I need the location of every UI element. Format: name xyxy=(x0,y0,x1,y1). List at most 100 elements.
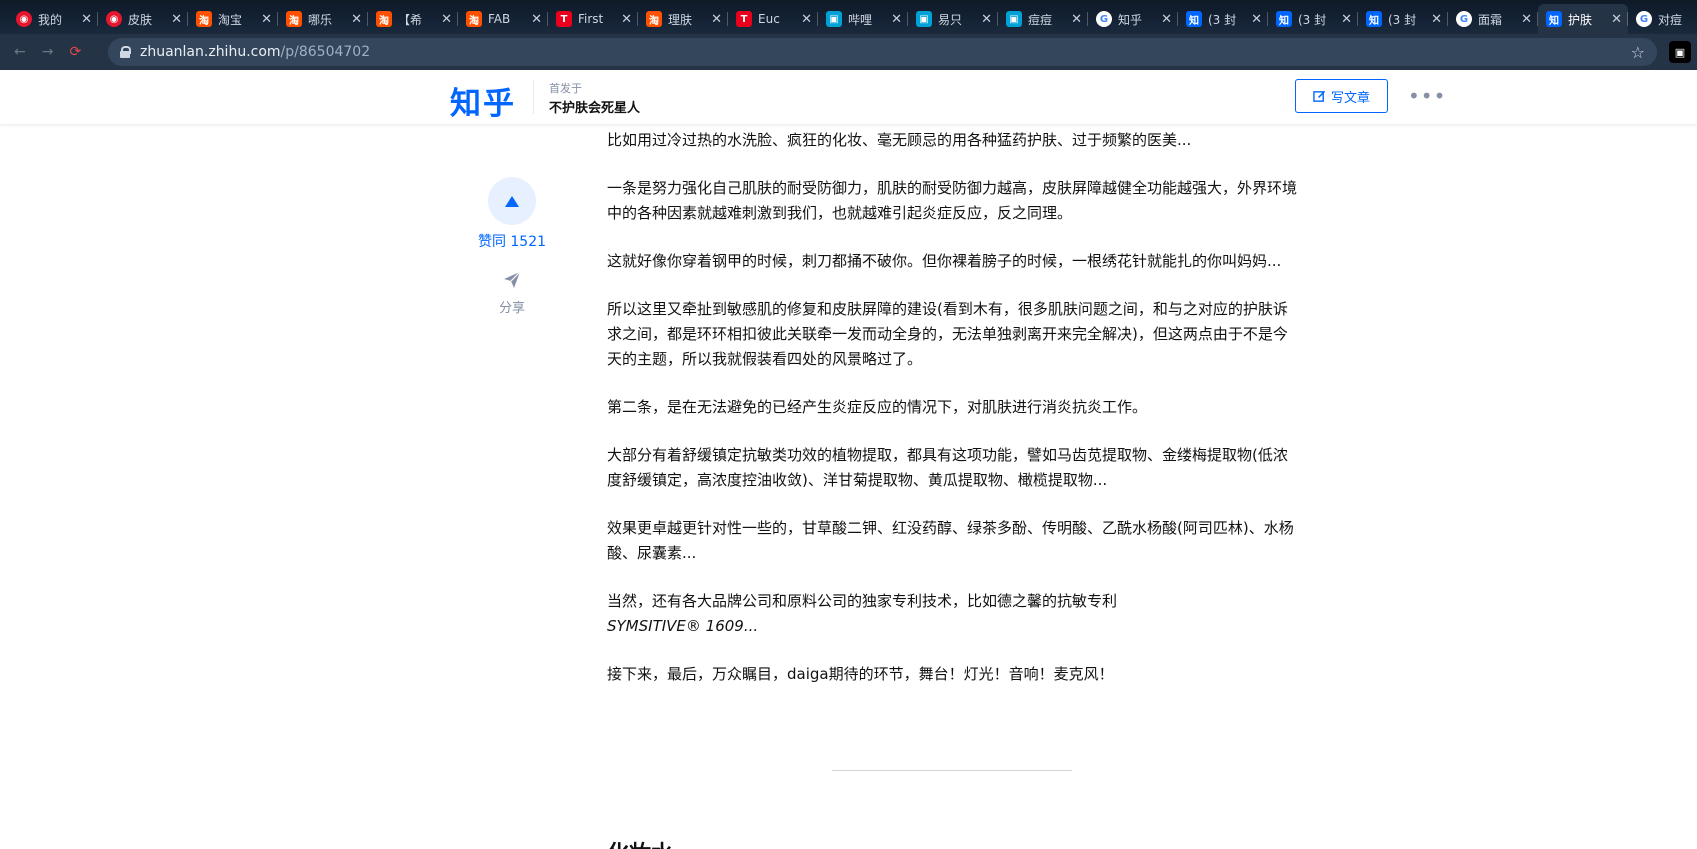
upvote-count[interactable]: 赞同 1521 xyxy=(462,231,562,251)
section-heading: 化妆水 xyxy=(607,836,673,849)
tab-title: 【希 xyxy=(398,12,423,27)
bilibili-icon: ▣ xyxy=(826,11,842,27)
browser-tab[interactable]: ▣ 痘痘 ✕ xyxy=(998,4,1088,34)
close-tab-icon[interactable]: ✕ xyxy=(261,12,272,27)
google-icon: G xyxy=(1636,11,1652,27)
taobao-icon: 淘 xyxy=(376,11,392,27)
tab-title: 哔哩 xyxy=(848,12,873,27)
tab-title: 易只 xyxy=(938,12,963,27)
address-bar[interactable]: zhuanlan.zhihu.com/p/86504702 ☆ xyxy=(108,38,1657,66)
bilibili-icon: ▣ xyxy=(1006,11,1022,27)
close-tab-icon[interactable]: ✕ xyxy=(1071,12,1082,27)
tab-title: 淘宝 xyxy=(218,12,243,27)
article-paragraph: 接下来，最后，万众瞩目，daiga期待的环节，舞台！灯光！音响！麦克风！ xyxy=(607,665,1114,683)
article-paragraph: 第二条，是在无法避免的已经产生炎症反应的情况下，对肌肤进行消炎抗炎工作。 xyxy=(607,398,1148,416)
taobao-icon: 淘 xyxy=(286,11,302,27)
patent-name: SYMSITIVE® 1609... xyxy=(607,617,759,635)
close-tab-icon[interactable]: ✕ xyxy=(621,12,632,27)
zhihu-icon: 知 xyxy=(1276,11,1292,27)
column-name-link[interactable]: 不护肤会死星人 xyxy=(549,97,640,116)
tab-title: 对痘 xyxy=(1658,12,1683,27)
article-paragraph: 效果更卓越更针对性一些的，甘草酸二钾、红没药醇、绿茶多酚、传明酸、乙酰水杨酸(阿… xyxy=(607,519,1294,562)
browser-tab[interactable]: G对痘✕ xyxy=(1628,4,1697,34)
bookmark-star-icon[interactable]: ☆ xyxy=(1631,43,1645,62)
tab-title: 我的 xyxy=(38,12,63,27)
lock-icon[interactable] xyxy=(120,46,131,58)
zhihu-logo[interactable]: 知乎 xyxy=(450,78,516,123)
zhihu-icon: 知 xyxy=(1546,11,1562,27)
close-tab-icon[interactable]: ✕ xyxy=(441,12,452,27)
close-tab-icon[interactable]: ✕ xyxy=(1341,12,1352,27)
close-tab-icon[interactable]: ✕ xyxy=(1251,12,1262,27)
extension-icon[interactable]: ▣ xyxy=(1669,41,1691,63)
weibo-icon: ◉ xyxy=(16,11,32,27)
tab-title: 痘痘 xyxy=(1028,12,1053,27)
close-tab-icon[interactable]: ✕ xyxy=(981,12,992,27)
tab-title: Euc xyxy=(758,12,780,26)
article-paragraph: 比如用过冷过热的水洗脸、疯狂的化妆、毫无顾忌的用各种猛药护肤、过于频繁的医美..… xyxy=(607,131,1192,149)
google-icon: G xyxy=(1096,11,1112,27)
browser-tab[interactable]: 淘【希 ✕ xyxy=(368,4,458,34)
share-icon[interactable] xyxy=(503,271,521,289)
browser-tab[interactable]: 知护肤 ✕ xyxy=(1538,4,1628,34)
tab-title: 皮肤 xyxy=(128,12,153,27)
close-tab-icon[interactable]: ✕ xyxy=(351,12,362,27)
close-tab-icon[interactable]: ✕ xyxy=(531,12,542,27)
browser-tab[interactable]: ▣ 易只 ✕ xyxy=(908,4,998,34)
close-tab-icon[interactable]: ✕ xyxy=(171,12,182,27)
article-paragraph: 大部分有着舒缓镇定抗敏类功效的植物提取，都具有这项功能，譬如马齿苋提取物、金缕梅… xyxy=(607,446,1288,489)
tab-title: 面霜 xyxy=(1478,12,1503,27)
back-icon[interactable]: ← xyxy=(14,44,26,60)
browser-tab[interactable]: ◉ 我的 ✕ xyxy=(8,4,98,34)
close-tab-icon[interactable]: ✕ xyxy=(1611,12,1622,27)
tab-title: (3 封 xyxy=(1208,12,1237,27)
taobao-icon: 淘 xyxy=(196,11,212,27)
close-tab-icon[interactable]: ✕ xyxy=(1521,12,1532,27)
article-paragraph: 这就好像你穿着钢甲的时候，刺刀都捅不破你。但你裸着膀子的时候，一根绣花针就能扎的… xyxy=(607,252,1282,270)
browser-tab[interactable]: 淘理肤 ✕ xyxy=(638,4,728,34)
browser-tab[interactable]: T First ✕ xyxy=(548,4,638,34)
browser-tab[interactable]: 知 (3 封 ✕ xyxy=(1178,4,1268,34)
tab-title: FAB xyxy=(488,12,511,26)
browser-tab[interactable]: T Euc ✕ xyxy=(728,4,818,34)
taobao-icon: 淘 xyxy=(646,11,662,27)
nav-buttons: ← → ⟳ xyxy=(0,44,108,60)
close-tab-icon[interactable]: ✕ xyxy=(1431,12,1442,27)
reload-icon[interactable]: ⟳ xyxy=(69,44,81,60)
browser-tab[interactable]: 淘淘宝 ✕ xyxy=(188,4,278,34)
browser-tab[interactable]: 知 (3 封 ✕ xyxy=(1358,4,1448,34)
close-tab-icon[interactable]: ✕ xyxy=(1161,12,1172,27)
close-tab-icon[interactable]: ✕ xyxy=(81,12,92,27)
bilibili-icon: ▣ xyxy=(916,11,932,27)
close-tab-icon[interactable]: ✕ xyxy=(711,12,722,27)
taobao-icon: 淘 xyxy=(466,11,482,27)
browser-tab[interactable]: G 面霜 ✕ xyxy=(1448,4,1538,34)
header-divider xyxy=(533,80,534,114)
tmall-icon: T xyxy=(556,11,572,27)
share-label[interactable]: 分享 xyxy=(462,297,562,316)
browser-tab[interactable]: 淘哪乐 ✕ xyxy=(278,4,368,34)
browser-tab[interactable]: G 知乎 ✕ xyxy=(1088,4,1178,34)
tab-title: (3 封 xyxy=(1388,12,1417,27)
browser-toolbar: ← → ⟳ zhuanlan.zhihu.com/p/86504702 ☆ ▣ xyxy=(0,34,1697,70)
article-paragraph-patent: 当然，还有各大品牌公司和原料公司的独家专利技术，比如德之馨的抗敏专利 SYMSIT… xyxy=(607,589,1297,639)
url-path: /p/86504702 xyxy=(280,44,371,60)
upvote-button[interactable] xyxy=(488,177,536,225)
tab-title: 理肤 xyxy=(668,12,693,27)
zhihu-header: 知乎 首发于 不护肤会死星人 写文章 ••• xyxy=(0,70,1697,124)
close-tab-icon[interactable]: ✕ xyxy=(891,12,902,27)
browser-tab[interactable]: 淘 FAB ✕ xyxy=(458,4,548,34)
tab-title: 护肤 xyxy=(1568,12,1593,27)
more-options-icon[interactable]: ••• xyxy=(1408,84,1446,108)
browser-tab[interactable]: 知 (3 封 ✕ xyxy=(1268,4,1358,34)
zhihu-icon: 知 xyxy=(1186,11,1202,27)
browser-tab-strip: ◉ 我的 ✕ ◉ 皮肤 ✕ 淘淘宝 ✕ 淘哪乐 ✕ 淘【希 ✕ 淘 FAB ✕ T First ✕ 淘理肤 ✕ T Euc… xyxy=(0,0,1697,34)
browser-tab[interactable]: ◉ 皮肤 ✕ xyxy=(98,4,188,34)
upvote-triangle-icon xyxy=(505,195,519,207)
write-article-button[interactable]: 写文章 xyxy=(1295,79,1388,113)
close-tab-icon[interactable]: ✕ xyxy=(801,12,812,27)
first-published-label: 首发于 xyxy=(549,82,582,95)
browser-tab[interactable]: ▣ 哔哩 ✕ xyxy=(818,4,908,34)
article-body: 比如用过冷过热的水洗脸、疯狂的化妆、毫无顾忌的用各种猛药护肤、过于频繁的医美..… xyxy=(607,128,1297,710)
forward-icon[interactable]: → xyxy=(42,44,54,60)
